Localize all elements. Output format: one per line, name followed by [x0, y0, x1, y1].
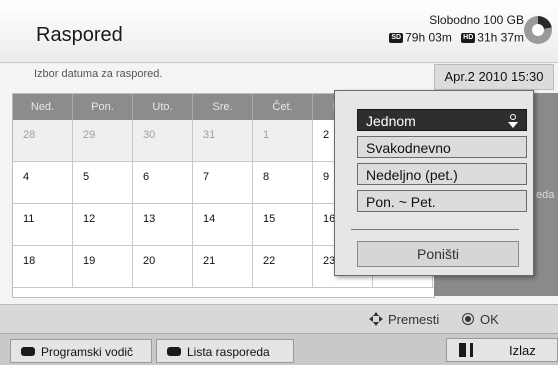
- current-datetime: Apr.2 2010 15:30: [434, 64, 554, 90]
- green-key-icon: [167, 347, 181, 357]
- calendar-day-cell[interactable]: 21: [193, 246, 253, 287]
- calendar-day-cell[interactable]: 12: [73, 204, 133, 245]
- calendar-day-cell[interactable]: 7: [193, 162, 253, 203]
- free-space-text: Slobodno 100 GB: [429, 13, 524, 27]
- dropdown-arrow-icon: [508, 114, 518, 128]
- move-label: Premesti: [388, 312, 440, 327]
- exit-button[interactable]: Izlaz: [446, 338, 558, 362]
- option-label: Jednom: [366, 113, 416, 129]
- option-jednom[interactable]: Jednom: [357, 109, 527, 131]
- calendar-day-cell[interactable]: 4: [13, 162, 73, 203]
- move-arrows-icon: [369, 312, 383, 326]
- disk-usage-icon: [524, 16, 552, 44]
- exit-icon: [459, 343, 473, 357]
- weekday-label: Ned.: [13, 94, 73, 120]
- calendar-day-cell[interactable]: 29: [73, 120, 133, 161]
- calendar-day-cell[interactable]: 14: [193, 204, 253, 245]
- program-guide-button[interactable]: Programski vodič: [10, 339, 152, 363]
- calendar-day-cell[interactable]: 22: [253, 246, 313, 287]
- weekday-label: Uto.: [133, 94, 193, 120]
- sd-time: 79h 03m: [405, 30, 452, 45]
- date-hint-text: Izbor datuma za raspored.: [34, 68, 163, 80]
- date-selection-bar: Izbor datuma za raspored. Apr.2 2010 15:…: [10, 64, 558, 90]
- hd-badge: HD: [461, 32, 476, 43]
- program-guide-label: Programski vodič: [41, 345, 134, 359]
- calendar-day-cell[interactable]: 8: [253, 162, 313, 203]
- calendar-day-cell[interactable]: 20: [133, 246, 193, 287]
- page-title: Raspored: [36, 24, 123, 46]
- cancel-button[interactable]: Poništi: [357, 241, 519, 267]
- exit-label: Izlaz: [509, 343, 536, 358]
- sd-badge: SD: [389, 32, 404, 43]
- option-pon-pet[interactable]: Pon. ~ Pet.: [357, 190, 527, 212]
- option-svakodnevno[interactable]: Svakodnevno: [357, 136, 527, 158]
- calendar-day-cell[interactable]: 31: [193, 120, 253, 161]
- weekday-label: Sre.: [193, 94, 253, 120]
- schedule-list-label: Lista rasporeda: [187, 345, 270, 359]
- option-nedeljno[interactable]: Nedeljno (pet.): [357, 163, 527, 185]
- calendar-day-cell[interactable]: 5: [73, 162, 133, 203]
- calendar-day-cell[interactable]: 15: [253, 204, 313, 245]
- calendar-day-cell[interactable]: 11: [13, 204, 73, 245]
- calendar-day-cell[interactable]: 28: [13, 120, 73, 161]
- hd-time: 31h 37m: [477, 30, 524, 45]
- calendar-day-cell[interactable]: 19: [73, 246, 133, 287]
- navigation-hint-bar: Premesti OK: [0, 304, 558, 333]
- schedule-screen: Raspored Slobodno 100 GB SD 79h 03m HD 31h…: [0, 0, 558, 365]
- schedule-list-button[interactable]: Lista rasporeda: [156, 339, 294, 363]
- weekday-label: Čet.: [253, 94, 313, 120]
- popup-divider: [351, 229, 519, 230]
- ok-icon: [462, 313, 474, 325]
- red-key-icon: [21, 347, 35, 357]
- calendar-day-cell[interactable]: 30: [133, 120, 193, 161]
- repeat-options-popup: Jednom Svakodnevno Nedeljno (pet.) Pon. …: [334, 90, 534, 276]
- calendar-day-cell[interactable]: 13: [133, 204, 193, 245]
- ok-label: OK: [480, 312, 499, 327]
- calendar-day-cell[interactable]: 1: [253, 120, 313, 161]
- calendar-day-cell[interactable]: 6: [133, 162, 193, 203]
- side-panel-text: eda: [536, 189, 555, 201]
- calendar-day-cell[interactable]: 18: [13, 246, 73, 287]
- weekday-label: Pon.: [73, 94, 133, 120]
- storage-info: Slobodno 100 GB SD 79h 03m HD 31h 37m: [389, 12, 524, 46]
- header-bar: Raspored Slobodno 100 GB SD 79h 03m HD 31h…: [0, 0, 558, 63]
